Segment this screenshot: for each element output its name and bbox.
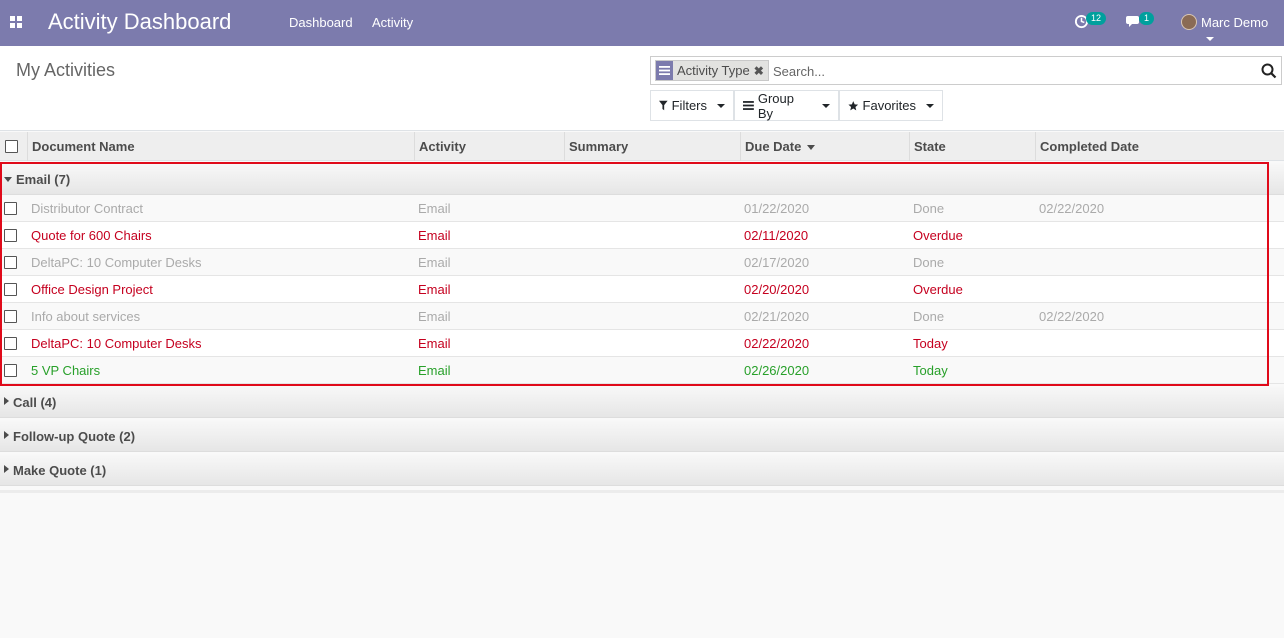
cell-due-date: 02/11/2020 [744, 228, 809, 243]
cell-activity: Email [418, 336, 451, 351]
group-label: Email (7) [16, 172, 71, 187]
page-title: My Activities [16, 60, 116, 80]
cell-activity: Email [418, 363, 451, 378]
column-document-name[interactable]: Document Name [27, 132, 414, 161]
row-checkbox[interactable] [4, 256, 17, 269]
star-icon [848, 100, 859, 110]
caret-right-icon [4, 431, 9, 439]
cell-document-name: Office Design Project [31, 282, 153, 297]
empty-list-area [0, 490, 1284, 638]
group-row-make-quote[interactable]: Make Quote (1) [0, 454, 1284, 486]
apps-menu-icon[interactable] [10, 16, 22, 28]
group-row-follow-up-quote[interactable]: Follow-up Quote (2) [0, 420, 1284, 452]
filter-icon [659, 100, 668, 111]
bars-icon [743, 101, 754, 110]
sort-descending-icon [807, 145, 816, 151]
cell-state: Done [913, 309, 945, 324]
caret-down-icon [4, 177, 12, 182]
group-by-button[interactable]: Group By [734, 90, 839, 121]
message-count-badge: 1 [1139, 12, 1155, 25]
row-checkbox[interactable] [4, 310, 17, 323]
column-summary[interactable]: Summary [564, 132, 740, 161]
cell-activity: Email [418, 309, 451, 324]
column-state[interactable]: State [909, 132, 1035, 161]
cell-activity: Email [418, 228, 451, 243]
top-navbar: Activity Dashboard Dashboard Activity 12… [0, 0, 1284, 46]
group-label: Call (4) [13, 395, 57, 410]
cell-due-date: 02/21/2020 [744, 309, 810, 324]
activity-count-badge: 12 [1086, 12, 1107, 25]
caret-right-icon [4, 397, 9, 405]
cell-state: Done [913, 201, 945, 216]
cell-due-date: 02/17/2020 [744, 255, 810, 270]
cell-state: Today [913, 336, 948, 351]
row-checkbox[interactable] [4, 229, 17, 242]
group-row-call[interactable]: Call (4) [0, 386, 1284, 418]
group-label: Follow-up Quote (2) [13, 429, 136, 444]
chevron-down-icon [717, 103, 725, 108]
column-due-date[interactable]: Due Date [740, 132, 909, 161]
column-due-date-label: Due Date [745, 139, 802, 154]
row-checkbox[interactable] [4, 364, 17, 377]
table-row[interactable]: DeltaPC: 10 Computer Desks Email 02/17/202… [0, 249, 1284, 276]
menu-dashboard[interactable]: Dashboard [289, 15, 353, 30]
favorites-button[interactable]: Favorites [839, 90, 943, 121]
cell-due-date: 02/22/2020 [744, 336, 810, 351]
cell-document-name: 5 VP Chairs [31, 363, 101, 378]
row-checkbox[interactable] [4, 202, 17, 215]
row-checkbox[interactable] [4, 337, 17, 350]
user-menu[interactable]: Marc Demo [1201, 15, 1284, 45]
cell-due-date: 02/20/2020 [744, 282, 810, 297]
select-all-checkbox[interactable] [5, 140, 18, 153]
group-label: Make Quote (1) [13, 463, 107, 478]
chevron-down-icon [926, 103, 934, 108]
menu-activity[interactable]: Activity [372, 15, 413, 30]
row-checkbox[interactable] [4, 283, 17, 296]
caret-right-icon [4, 465, 9, 473]
cell-document-name: DeltaPC: 10 Computer Desks [31, 336, 202, 351]
cell-state: Today [913, 363, 948, 378]
control-panel: My Activities Activity Type ✖ Filters Gr… [0, 46, 1284, 131]
remove-facet-icon[interactable]: ✖ [754, 64, 768, 78]
table-row[interactable]: 5 VP Chairs Email 02/26/2020 Today [0, 357, 1284, 384]
cell-state: Overdue [913, 282, 963, 297]
filters-label: Filters [671, 98, 707, 113]
search-icon[interactable] [1261, 63, 1277, 79]
cell-completed-date: 02/22/2020 [1039, 309, 1105, 324]
search-facet-activity-type[interactable]: Activity Type ✖ [655, 60, 769, 81]
cell-activity: Email [418, 282, 451, 297]
user-name-label: Marc Demo [1201, 15, 1269, 30]
cell-completed-date: 02/22/2020 [1039, 201, 1105, 216]
cell-document-name: Info about services [31, 309, 141, 324]
column-activity[interactable]: Activity [414, 132, 564, 161]
search-input[interactable] [773, 61, 1253, 81]
favorites-label: Favorites [862, 98, 916, 113]
facet-label: Activity Type [677, 63, 750, 78]
cell-document-name: DeltaPC: 10 Computer Desks [31, 255, 202, 270]
group-by-label: Group By [757, 90, 794, 121]
group-row-email[interactable]: Email (7) [0, 163, 1284, 195]
list-header: Document Name Activity Summary Due Date … [0, 132, 1284, 161]
table-row[interactable]: Office Design Project Email 02/20/2020 Over… [0, 276, 1284, 303]
group-by-icon [656, 61, 673, 80]
cell-activity: Email [418, 255, 451, 270]
cell-state: Overdue [913, 228, 963, 243]
table-row[interactable]: Distributor Contract Email 01/22/2020 Done 0… [0, 195, 1284, 222]
cell-due-date: 02/26/2020 [744, 363, 810, 378]
cell-activity: Email [418, 201, 451, 216]
app-title: Activity Dashboard [48, 9, 232, 34]
cell-state: Done [913, 255, 945, 270]
filters-button[interactable]: Filters [650, 90, 734, 121]
cell-due-date: 01/22/2020 [744, 201, 810, 216]
chevron-down-icon [822, 103, 830, 108]
search-bar[interactable]: Activity Type ✖ [650, 56, 1282, 85]
chevron-down-icon [1206, 36, 1214, 41]
cell-document-name: Quote for 600 Chairs [31, 228, 152, 243]
cell-document-name: Distributor Contract [31, 201, 143, 216]
user-avatar[interactable] [1181, 14, 1197, 30]
table-row[interactable]: DeltaPC: 10 Computer Desks Email 02/22/202… [0, 330, 1284, 357]
column-completed-date[interactable]: Completed Date [1035, 132, 1284, 161]
table-row[interactable]: Info about services Email 02/21/2020 Done 02… [0, 303, 1284, 330]
table-row[interactable]: Quote for 600 Chairs Email 02/11/2020 Overd… [0, 222, 1284, 249]
